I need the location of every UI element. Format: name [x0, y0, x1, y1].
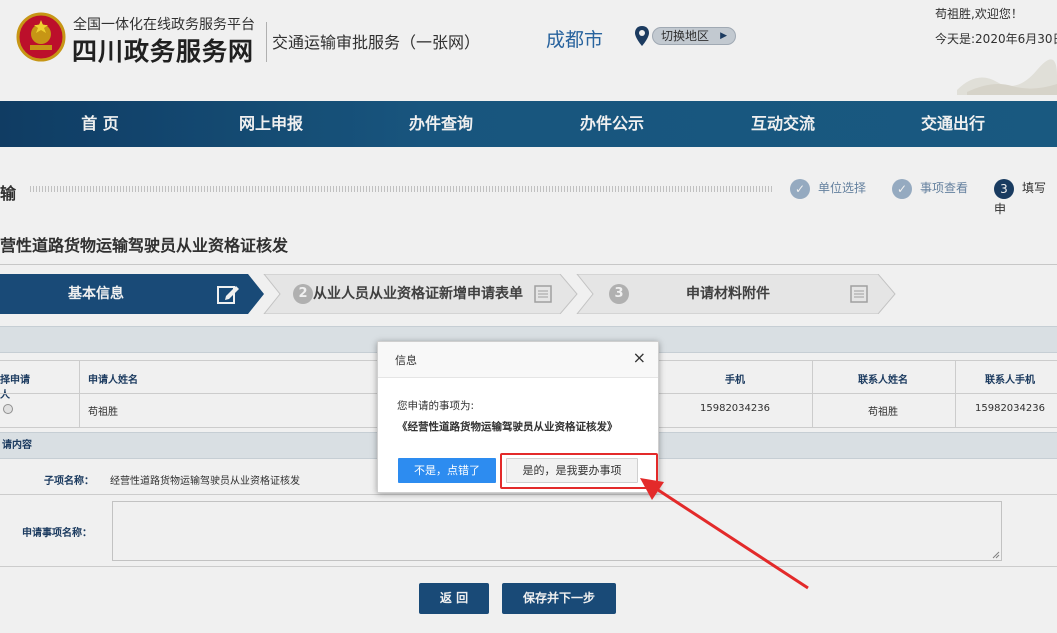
dialog-message: 您申请的事项为:	[397, 400, 475, 412]
dialog-title: 信息	[395, 354, 417, 367]
confirm-dialog: 信息 × 您申请的事项为: 《经营性道路货物运输驾驶员从业资格证核发》 不是，点…	[377, 341, 659, 493]
confirm-item-button[interactable]: 是的，是我要办事项	[506, 458, 638, 483]
dialog-header: 信息 ×	[378, 342, 658, 378]
modal-overlay	[0, 0, 1057, 633]
close-icon[interactable]: ×	[633, 349, 646, 367]
dialog-item-name: 《经营性道路货物运输驾驶员从业资格证核发》	[397, 421, 618, 433]
wrong-choice-button[interactable]: 不是，点错了	[398, 458, 496, 483]
